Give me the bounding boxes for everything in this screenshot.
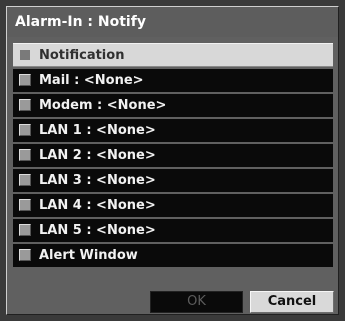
notify-mail-label: Mail : <None>	[39, 73, 144, 88]
lan4-checkbox[interactable]	[19, 199, 31, 211]
header-marker-icon	[20, 50, 30, 60]
notify-alert-window-row[interactable]: Alert Window	[13, 244, 333, 267]
notify-lan1-label: LAN 1 : <None>	[39, 123, 156, 138]
lan2-checkbox[interactable]	[19, 149, 31, 161]
notify-lan3-row[interactable]: LAN 3 : <None>	[13, 169, 333, 192]
notification-header-label: Notification	[39, 48, 125, 63]
notify-modem-label: Modem : <None>	[39, 98, 167, 113]
notification-header: Notification	[13, 43, 333, 67]
notification-list: Notification Mail : <None> Modem : <None…	[13, 43, 333, 269]
ok-button[interactable]: OK	[150, 291, 243, 313]
notify-lan2-row[interactable]: LAN 2 : <None>	[13, 144, 333, 167]
lan5-checkbox[interactable]	[19, 224, 31, 236]
cancel-button[interactable]: Cancel	[250, 291, 334, 313]
notify-lan4-label: LAN 4 : <None>	[39, 198, 156, 213]
notify-lan4-row[interactable]: LAN 4 : <None>	[13, 194, 333, 217]
alarm-in-notify-dialog: Alarm-In : Notify Notification Mail : <N…	[6, 6, 339, 315]
alert-window-checkbox[interactable]	[19, 249, 31, 261]
notify-mail-row[interactable]: Mail : <None>	[13, 69, 333, 92]
notify-lan5-row[interactable]: LAN 5 : <None>	[13, 219, 333, 242]
lan3-checkbox[interactable]	[19, 174, 31, 186]
notify-modem-row[interactable]: Modem : <None>	[13, 94, 333, 117]
notify-lan1-row[interactable]: LAN 1 : <None>	[13, 119, 333, 142]
modem-checkbox[interactable]	[19, 99, 31, 111]
notify-lan3-label: LAN 3 : <None>	[39, 173, 156, 188]
notify-lan2-label: LAN 2 : <None>	[39, 148, 156, 163]
notify-alert-window-label: Alert Window	[39, 248, 138, 263]
notify-lan5-label: LAN 5 : <None>	[39, 223, 156, 238]
dialog-title: Alarm-In : Notify	[7, 7, 338, 37]
mail-checkbox[interactable]	[19, 74, 31, 86]
lan1-checkbox[interactable]	[19, 124, 31, 136]
